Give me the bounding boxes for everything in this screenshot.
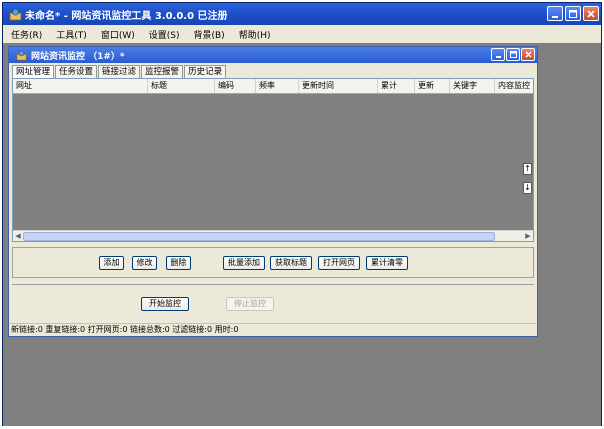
start-monitor-button[interactable]: 开始监控 [141,297,189,311]
main-titlebar[interactable]: 未命名* - 网站资讯监控工具 3.0.0.0 已注册 [3,3,601,25]
maximize-button[interactable] [565,6,581,21]
child-titlebar[interactable]: 网站资讯监控 （1#）* [9,47,537,63]
scroll-right-icon[interactable]: ▶ [523,231,533,241]
menu-background[interactable]: 背景(B) [193,28,224,41]
action-button-row: 添加 修改 删除 批量添加 获取标题 打开网页 累计清零 [12,247,534,278]
col-update-time[interactable]: 更新时间 [299,79,378,93]
tab-link-filter[interactable]: 链接过滤 [98,65,141,78]
child-minimize-button[interactable] [491,48,505,61]
child-app-icon [14,48,28,62]
scroll-left-icon[interactable]: ◀ [13,231,23,241]
col-url[interactable]: 网址 [13,79,148,93]
tab-monitor-alert[interactable]: 监控报警 [141,65,184,78]
menu-window[interactable]: 窗口(W) [101,28,135,41]
divider [12,284,534,285]
col-total[interactable]: 累计 [378,79,415,93]
add-button[interactable]: 添加 [99,256,124,270]
open-page-button[interactable]: 打开网页 [318,256,360,270]
get-title-button[interactable]: 获取标题 [270,256,312,270]
child-window: 网站资讯监控 （1#）* 网址管理 任务设置 链接过滤 监控报警 历史记录 网址… [8,46,538,337]
move-down-button[interactable]: ↓ [523,182,532,194]
menu-bar: 任务(R) 工具(T) 窗口(W) 设置(S) 背景(B) 帮助(H) [3,25,601,43]
col-encoding[interactable]: 编码 [215,79,256,93]
menu-task[interactable]: 任务(R) [11,28,42,41]
col-content-monitor[interactable]: 内容监控 [495,79,533,93]
batch-add-button[interactable]: 批量添加 [223,256,265,270]
child-title: 网站资讯监控 （1#）* [31,51,125,62]
col-title[interactable]: 标题 [148,79,215,93]
tab-task-settings[interactable]: 任务设置 [55,65,98,78]
child-maximize-button[interactable] [506,48,520,61]
col-update[interactable]: 更新 [415,79,450,93]
menu-settings[interactable]: 设置(S) [149,28,180,41]
tab-strip: 网址管理 任务设置 链接过滤 监控报警 历史记录 [12,65,227,79]
app-title: 未命名* - 网站资讯监控工具 3.0.0.0 已注册 [25,10,228,22]
stop-monitor-button: 停止监控 [226,297,274,311]
close-icon [587,9,595,18]
edit-button[interactable]: 修改 [132,256,157,270]
status-bar: 新链接:0 重复链接:0 打开网页:0 链接总数:0 过滤链接:0 用时:0 [10,323,536,335]
close-button[interactable] [583,6,599,21]
url-table[interactable]: 网址 标题 编码 频率 更新时间 累计 更新 关键字 内容监控 ◀ ▶ [12,78,534,242]
menu-tools[interactable]: 工具(T) [56,28,87,41]
close-icon [524,51,532,58]
minimize-button[interactable] [547,6,563,21]
tab-url-management[interactable]: 网址管理 [12,65,55,79]
maximize-icon [509,51,517,58]
maximize-icon [569,9,577,18]
minimize-icon [495,56,501,58]
delete-button[interactable]: 删除 [166,256,191,270]
tab-history[interactable]: 历史记录 [184,65,227,78]
scroll-thumb[interactable] [23,232,495,241]
table-header: 网址 标题 编码 频率 更新时间 累计 更新 关键字 内容监控 [13,79,533,94]
horizontal-scrollbar[interactable]: ◀ ▶ [13,230,533,241]
col-keyword[interactable]: 关键字 [450,79,495,93]
clear-count-button[interactable]: 累计清零 [366,256,408,270]
col-frequency[interactable]: 频率 [256,79,299,93]
child-close-button[interactable] [521,48,535,61]
app-icon [8,7,22,21]
minimize-icon [552,15,558,18]
menu-help[interactable]: 帮助(H) [239,28,271,41]
move-up-button[interactable]: ↑ [523,163,532,175]
